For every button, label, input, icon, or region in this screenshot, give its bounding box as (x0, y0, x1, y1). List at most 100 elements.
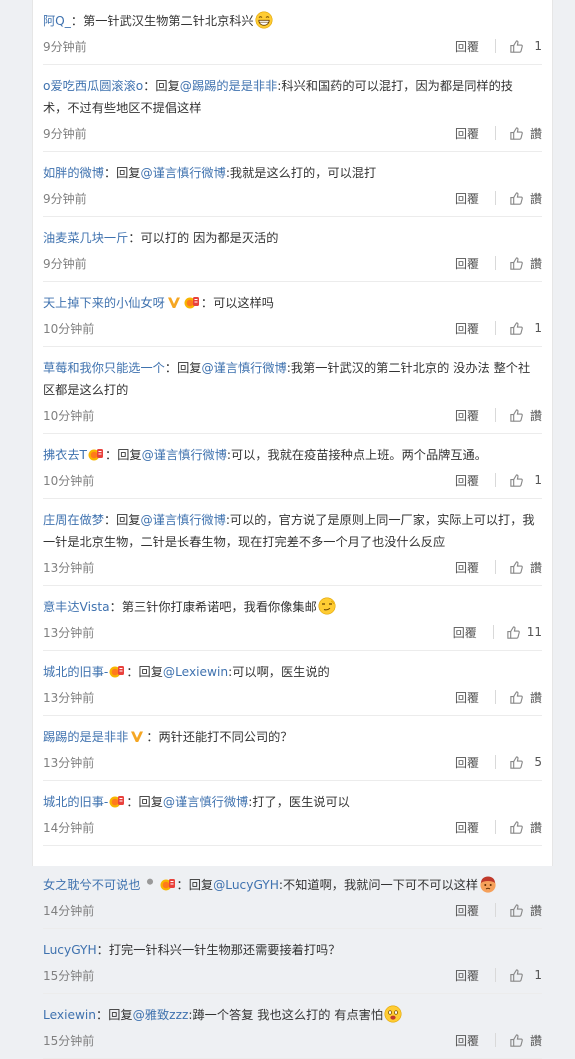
like-button[interactable]: 讚 (508, 407, 542, 424)
comment-text: 庄周在做梦：回复@谨言慎行微博:可以的，官方说了是原则上同一厂家，实际上可以打，… (43, 509, 542, 553)
comment-username[interactable]: 油麦菜几块一斤 (43, 231, 128, 245)
comment-username[interactable]: 草莓和我你只能选一个 (43, 361, 165, 375)
mention-link[interactable]: @谨言慎行微博 (201, 361, 286, 375)
comment-username[interactable]: 如胖的微博 (43, 166, 104, 180)
comment-text: 油麦菜几块一斤：可以打的 因为都是灭活的 (43, 227, 542, 249)
reply-button[interactable]: 回覆 (455, 125, 479, 142)
thumbs-up-icon (509, 1033, 524, 1048)
like-button[interactable]: 讚 (508, 559, 542, 576)
comment-separator: ： (96, 943, 109, 957)
reply-button[interactable]: 回覆 (455, 1032, 479, 1049)
comment-meta: 13分钟前 回覆 5 (43, 751, 542, 773)
reply-button[interactable]: 回覆 (455, 689, 479, 706)
like-button[interactable]: 1 (508, 321, 542, 336)
reply-button[interactable]: 回覆 (455, 754, 479, 771)
comment-body: :不知道啊，我就问一下可不可以这样 (278, 878, 479, 892)
comment-separator: ： (176, 878, 189, 892)
like-button[interactable]: 讚 (508, 902, 542, 919)
reply-button[interactable]: 回覆 (455, 38, 479, 55)
thumbs-up-icon (509, 755, 524, 770)
reply-button[interactable]: 回覆 (455, 320, 479, 337)
reply-button[interactable]: 回覆 (455, 472, 479, 489)
like-button[interactable]: 11 (506, 625, 542, 640)
comment-username[interactable]: 拂衣去T (43, 448, 87, 462)
comment-body: :蹲一个答复 我也这么打的 有点害怕 (188, 1008, 384, 1022)
comment-meta: 9分钟前 回覆 1 (43, 35, 542, 57)
like-button[interactable]: 讚 (508, 1032, 542, 1049)
like-button[interactable]: 1 (508, 968, 542, 983)
comment-username[interactable]: 城北的旧事- (43, 665, 108, 679)
reply-button[interactable]: 回覆 (455, 967, 479, 984)
mention-link[interactable]: @谨言慎行微博 (141, 513, 226, 527)
comment-separator: ： (126, 795, 139, 809)
comment-item: 庄周在做梦：回复@谨言慎行微博:可以的，官方说了是原则上同一厂家，实际上可以打，… (43, 499, 542, 586)
comment-list: 阿Q_：第一针武汉生物第二针北京科兴 9分钟前 回覆 1 o爱吃西瓜圆滚滚o：回复@踢踢… (32, 0, 553, 1059)
action-divider (495, 256, 496, 270)
like-count: 讚 (529, 1033, 542, 1048)
like-button[interactable]: 1 (508, 473, 542, 488)
like-button[interactable]: 讚 (508, 255, 542, 272)
like-button[interactable]: 讚 (508, 819, 542, 836)
comment-username[interactable]: 女之耽兮不可说也 (43, 878, 141, 892)
comment-time: 13分钟前 (43, 560, 95, 575)
mention-link[interactable]: @踢踢的是是非非 (180, 79, 278, 93)
like-button[interactable]: 1 (508, 39, 542, 54)
comment-username[interactable]: 阿Q_ (43, 14, 71, 28)
comment-meta: 15分钟前 回覆 1 (43, 964, 542, 986)
comment-username[interactable]: LucyGYH (43, 943, 97, 957)
comment-username[interactable]: 城北的旧事- (43, 795, 108, 809)
comment-username[interactable]: Lexiewin (43, 1008, 96, 1022)
comment-username[interactable]: 踢踢的是是非非 (43, 730, 128, 744)
thumbs-up-icon (509, 321, 524, 336)
comment-meta: 13分钟前 回覆 讚 (43, 556, 542, 578)
like-button[interactable]: 讚 (508, 689, 542, 706)
reply-prefix: 回复 (108, 1008, 133, 1022)
smirk-emoji-icon (318, 597, 336, 615)
like-count: 讚 (529, 690, 542, 705)
thumbs-up-icon (509, 473, 524, 488)
comment-text: o爱吃西瓜圆滚滚o：回复@踢踢的是是非非:科兴和国药的可以混打，因为都是同样的技… (43, 75, 542, 119)
comment-item: 拂衣去T ：回复@谨言慎行微博:可以，我就在疫苗接种点上班。两个品牌互通。 10分钟… (43, 434, 542, 499)
reply-button[interactable]: 回覆 (453, 624, 477, 641)
mention-link[interactable]: @雅致zzz (133, 1008, 189, 1022)
comment-username[interactable]: 庄周在做梦 (43, 513, 104, 527)
reply-button[interactable]: 回覆 (455, 559, 479, 576)
comment-username[interactable]: 天上掉下来的小仙女呀 (43, 296, 165, 310)
comment-separator: ： (103, 513, 117, 527)
comment-item: 女之耽兮不可说也 ：回复@LucyGYH:不知道啊，我就问一下可不可以这样 14分钟… (43, 846, 542, 929)
thumbs-up-icon (509, 39, 524, 54)
comment-time: 15分钟前 (43, 968, 95, 983)
mention-link[interactable]: @谨言慎行微博 (142, 448, 227, 462)
like-button[interactable]: 讚 (508, 190, 542, 207)
reply-button[interactable]: 回覆 (455, 819, 479, 836)
comment-body: :可以，我就在疫苗接种点上班。两个品牌互通。 (226, 448, 487, 462)
verified-v-icon (130, 728, 144, 742)
comment-meta: 10分钟前 回覆 1 (43, 469, 542, 491)
like-button[interactable]: 讚 (508, 125, 542, 142)
comment-meta: 10分钟前 回覆 1 (43, 317, 542, 339)
mention-link[interactable]: @LucyGYH (213, 878, 279, 892)
action-divider (495, 755, 496, 769)
mention-link[interactable]: @谨言慎行微博 (141, 166, 226, 180)
comment-separator: ： (200, 296, 214, 310)
like-button[interactable]: 5 (508, 755, 542, 770)
mention-link[interactable]: @Lexiewin (163, 665, 228, 679)
comment-time: 10分钟前 (43, 473, 95, 488)
comment-username[interactable]: o爱吃西瓜圆滚滚o (43, 79, 143, 93)
reply-button[interactable]: 回覆 (455, 255, 479, 272)
reply-button[interactable]: 回覆 (455, 902, 479, 919)
like-count: 讚 (529, 408, 542, 423)
reply-prefix: 回复 (177, 361, 202, 375)
crying-emoji-icon (479, 875, 497, 893)
comment-time: 13分钟前 (43, 625, 95, 640)
comment-text: Lexiewin：回复@雅致zzz:蹲一个答复 我也这么打的 有点害怕 (43, 1004, 542, 1026)
comment-separator: ： (126, 665, 139, 679)
reply-button[interactable]: 回覆 (455, 190, 479, 207)
comment-time: 14分钟前 (43, 903, 95, 918)
comment-separator: ： (128, 231, 141, 245)
comment-item: o爱吃西瓜圆滚滚o：回复@踢踢的是是非非:科兴和国药的可以混打，因为都是同样的技… (43, 65, 542, 152)
reply-button[interactable]: 回覆 (455, 407, 479, 424)
comment-username[interactable]: 意丰达Vista (43, 600, 110, 614)
comment-body: 打完一针科兴一针生物那还需要接着打吗？ (108, 943, 341, 957)
mention-link[interactable]: @谨言慎行微博 (163, 795, 248, 809)
